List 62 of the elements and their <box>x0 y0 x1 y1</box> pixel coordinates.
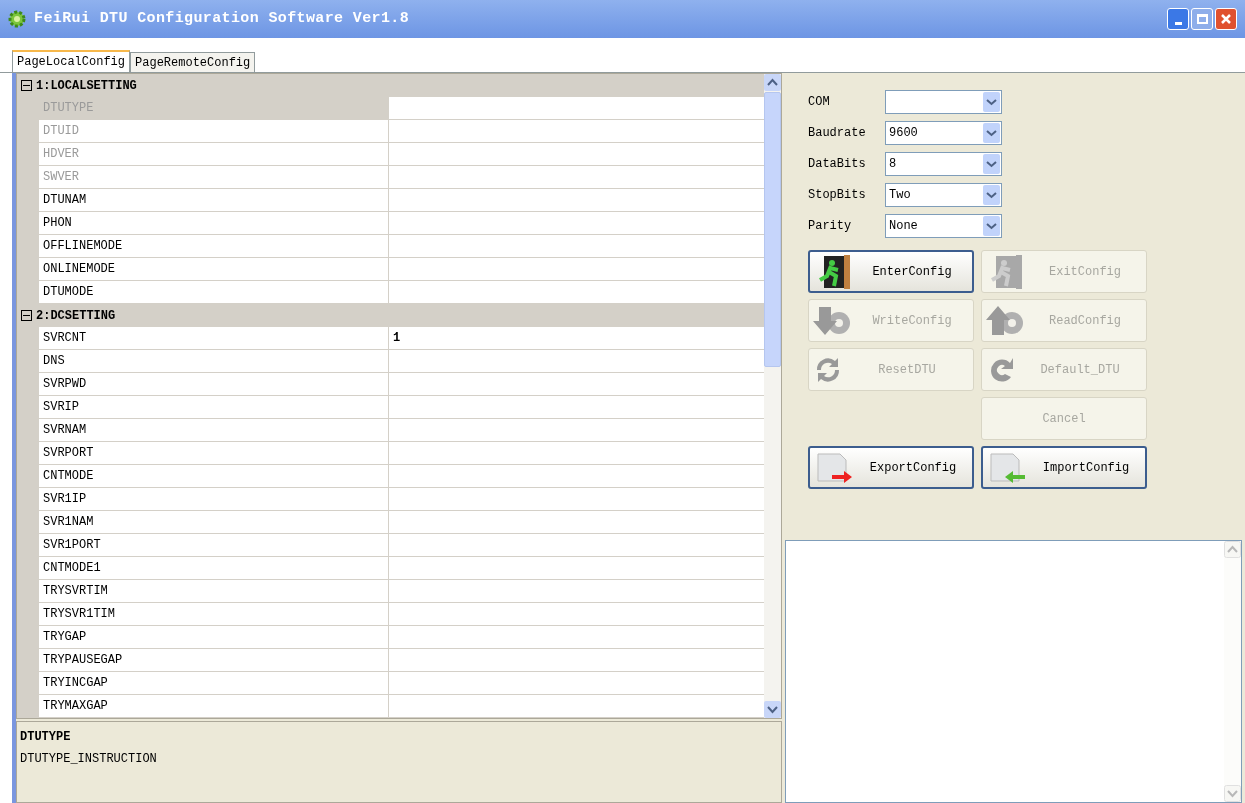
property-name[interactable]: TRYGAP <box>39 626 389 649</box>
property-name[interactable]: SVRIP <box>39 396 389 419</box>
chevron-down-icon <box>983 185 1000 205</box>
property-name[interactable]: TRYSVRTIM <box>39 580 389 603</box>
dropdown[interactable]: None <box>885 214 1002 238</box>
tab[interactable]: PageLocalConfig <box>12 50 131 72</box>
dropdown[interactable]: Two <box>885 183 1002 207</box>
property-value[interactable]: 1 <box>389 327 764 350</box>
category-header[interactable]: 2:DCSETTING <box>17 304 764 327</box>
maximize-button[interactable] <box>1191 8 1213 30</box>
property-name[interactable]: SVRCNT <box>39 327 389 350</box>
close-icon <box>1220 13 1232 25</box>
property-name[interactable]: PHON <box>39 212 389 235</box>
property-name[interactable]: ONLINEMODE <box>39 258 389 281</box>
property-name[interactable]: SVR1PORT <box>39 534 389 557</box>
scrollbar-thumb[interactable] <box>764 92 781 367</box>
property-name[interactable]: CNTMODE <box>39 465 389 488</box>
close-button[interactable] <box>1215 8 1237 30</box>
chevron-down-icon <box>983 92 1000 112</box>
field-label: DataBits <box>808 156 867 173</box>
dropdown[interactable] <box>885 90 1002 114</box>
dropdown[interactable]: 8 <box>885 152 1002 176</box>
property-name[interactable]: OFFLINEMODE <box>39 235 389 258</box>
property-name[interactable]: CNTMODE1 <box>39 557 389 580</box>
property-name[interactable]: TRYINCGAP <box>39 672 389 695</box>
chevron-down-icon <box>983 154 1000 174</box>
property-name[interactable]: SVR1IP <box>39 488 389 511</box>
scroll-up-icon[interactable] <box>764 74 781 91</box>
scroll-down-icon[interactable] <box>764 701 781 718</box>
row-header <box>17 695 39 718</box>
minimize-button[interactable] <box>1167 8 1189 30</box>
collapse-icon[interactable] <box>21 80 32 91</box>
config-button[interactable]: EnterConfig <box>808 250 974 293</box>
property-name[interactable]: TRYMAXGAP <box>39 695 389 718</box>
config-button[interactable]: ImportConfig <box>981 446 1147 489</box>
tab[interactable]: PageRemoteConfig <box>130 52 256 72</box>
category-header[interactable]: 1:LOCALSETTING <box>17 74 764 97</box>
gear-icon <box>8 10 26 28</box>
chevron-down-icon <box>983 123 1000 143</box>
field-label: StopBits <box>808 187 867 204</box>
field-label: Baudrate <box>808 125 867 142</box>
config-button[interactable]: ExportConfig <box>808 446 974 489</box>
property-name[interactable]: SVR1NAM <box>39 511 389 534</box>
property-name[interactable]: DNS <box>39 350 389 373</box>
field-label: Parity <box>808 218 853 235</box>
category-title: 1:LOCALSETTING <box>36 77 137 95</box>
chevron-down-icon <box>983 216 1000 236</box>
property-name[interactable]: SVRNAM <box>39 419 389 442</box>
property-name[interactable]: TRYPAUSEGAP <box>39 649 389 672</box>
description-text: DTUTYPE_INSTRUCTION <box>20 751 158 768</box>
property-name[interactable]: SVRPWD <box>39 373 389 396</box>
field-label: COM <box>808 94 831 111</box>
dropdown[interactable]: 9600 <box>885 121 1002 145</box>
property-name[interactable]: DTUNAM <box>39 189 389 212</box>
property-name[interactable]: DTUMODE <box>39 281 389 304</box>
property-name[interactable]: SVRPORT <box>39 442 389 465</box>
description-title: DTUTYPE <box>20 729 72 746</box>
window-title: FeiRui DTU Configuration Software Ver1.8 <box>34 8 410 29</box>
scrollbar[interactable] <box>764 74 781 718</box>
collapse-icon[interactable] <box>21 310 32 321</box>
property-name[interactable]: TRYSVR1TIM <box>39 603 389 626</box>
category-title: 2:DCSETTING <box>36 307 116 325</box>
